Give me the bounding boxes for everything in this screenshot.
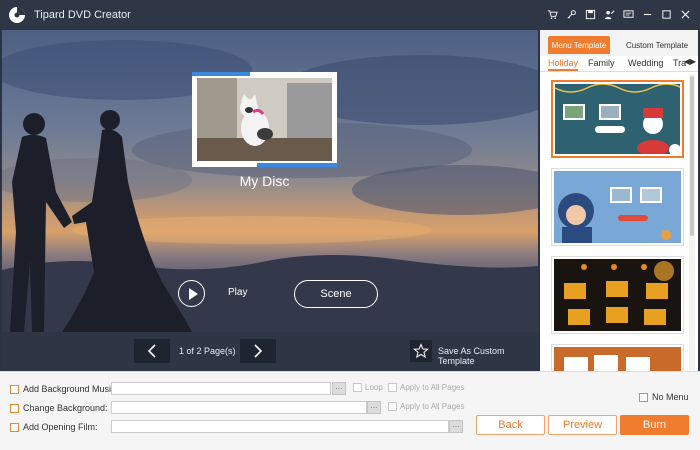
page-navigation: 1 of 2 Page(s) Save As Custom Template bbox=[2, 332, 538, 370]
no-menu-checkbox[interactable] bbox=[639, 392, 648, 402]
back-button[interactable]: Back bbox=[476, 415, 545, 435]
loop-checkbox[interactable] bbox=[353, 383, 362, 392]
template-item-halloween[interactable] bbox=[551, 256, 684, 334]
opening-film-input[interactable] bbox=[111, 420, 449, 433]
apply-all-background-checkbox[interactable] bbox=[388, 402, 397, 411]
background-music-checkbox[interactable] bbox=[10, 384, 19, 394]
tab-custom-template[interactable]: Custom Template bbox=[624, 36, 690, 54]
category-family[interactable]: Family bbox=[588, 58, 615, 68]
opening-film-browse-button[interactable]: ··· bbox=[449, 420, 463, 433]
change-background-row: Change Background: bbox=[10, 401, 108, 415]
preview-button[interactable]: Preview bbox=[548, 415, 617, 435]
tab-menu-template[interactable]: Menu Template bbox=[548, 36, 610, 54]
app-logo-icon bbox=[9, 7, 25, 23]
category-holiday[interactable]: Holiday bbox=[548, 58, 579, 71]
menu-thumbnail-frame[interactable] bbox=[192, 72, 337, 167]
close-icon[interactable] bbox=[677, 6, 694, 23]
title-bar: Tipard DVD Creator bbox=[0, 0, 700, 30]
play-button[interactable] bbox=[178, 280, 205, 307]
category-wedding[interactable]: Wedding bbox=[628, 58, 663, 68]
menu-thumbnail-image bbox=[197, 78, 332, 161]
background-music-row: Add Background Music: bbox=[10, 382, 118, 396]
burn-button[interactable]: Burn bbox=[620, 415, 689, 435]
opening-film-checkbox[interactable] bbox=[10, 422, 19, 432]
opening-film-label: Add Opening Film: bbox=[23, 422, 98, 432]
change-background-input[interactable] bbox=[111, 401, 367, 414]
background-music-browse-button[interactable]: ··· bbox=[332, 382, 346, 395]
change-background-checkbox[interactable] bbox=[10, 403, 19, 413]
chevron-left-icon bbox=[147, 344, 156, 358]
save-icon[interactable] bbox=[582, 6, 599, 23]
feedback-icon[interactable] bbox=[620, 6, 637, 23]
template-item-winter[interactable] bbox=[551, 168, 684, 246]
apply-all-music-checkbox[interactable] bbox=[388, 383, 397, 392]
category-scroll-arrows[interactable]: ◀▶ bbox=[684, 57, 696, 66]
settings-panel: Add Background Music: ··· Loop Apply to … bbox=[0, 371, 700, 450]
template-item-autumn[interactable] bbox=[551, 344, 684, 371]
next-page-button[interactable] bbox=[240, 339, 276, 363]
apply-all-background-label: Apply to All Pages bbox=[400, 402, 465, 411]
cart-icon[interactable] bbox=[544, 6, 561, 23]
apply-all-music-label: Apply to All Pages bbox=[400, 383, 465, 392]
page-indicator: 1 of 2 Page(s) bbox=[179, 346, 236, 356]
no-menu-label: No Menu bbox=[652, 392, 689, 402]
register-icon[interactable] bbox=[601, 6, 618, 23]
chevron-right-icon bbox=[254, 344, 263, 358]
template-panel: Menu Template Custom Template Holiday Fa… bbox=[540, 30, 698, 371]
maximize-icon[interactable] bbox=[658, 6, 675, 23]
couple-silhouette bbox=[10, 110, 192, 332]
minimize-icon[interactable] bbox=[639, 6, 656, 23]
star-icon[interactable] bbox=[410, 340, 432, 362]
save-as-custom-template-button[interactable]: Save As Custom Template bbox=[438, 346, 538, 366]
scene-button[interactable]: Scene bbox=[294, 280, 378, 308]
change-background-label: Change Background: bbox=[23, 403, 108, 413]
menu-preview: My Disc Play Scene bbox=[2, 30, 538, 332]
change-background-browse-button[interactable]: ··· bbox=[367, 401, 381, 414]
template-item-christmas[interactable] bbox=[551, 80, 684, 158]
background-music-input[interactable] bbox=[111, 382, 331, 395]
template-list bbox=[540, 74, 690, 371]
previous-page-button[interactable] bbox=[134, 339, 170, 363]
opening-film-row: Add Opening Film: bbox=[10, 420, 98, 434]
background-music-label: Add Background Music: bbox=[23, 384, 119, 394]
key-icon[interactable] bbox=[563, 6, 580, 23]
app-title: Tipard DVD Creator bbox=[34, 9, 131, 21]
loop-label: Loop bbox=[365, 383, 383, 392]
template-scrollbar[interactable] bbox=[689, 74, 695, 370]
play-label[interactable]: Play bbox=[228, 287, 247, 298]
disc-title[interactable]: My Disc bbox=[192, 173, 337, 189]
